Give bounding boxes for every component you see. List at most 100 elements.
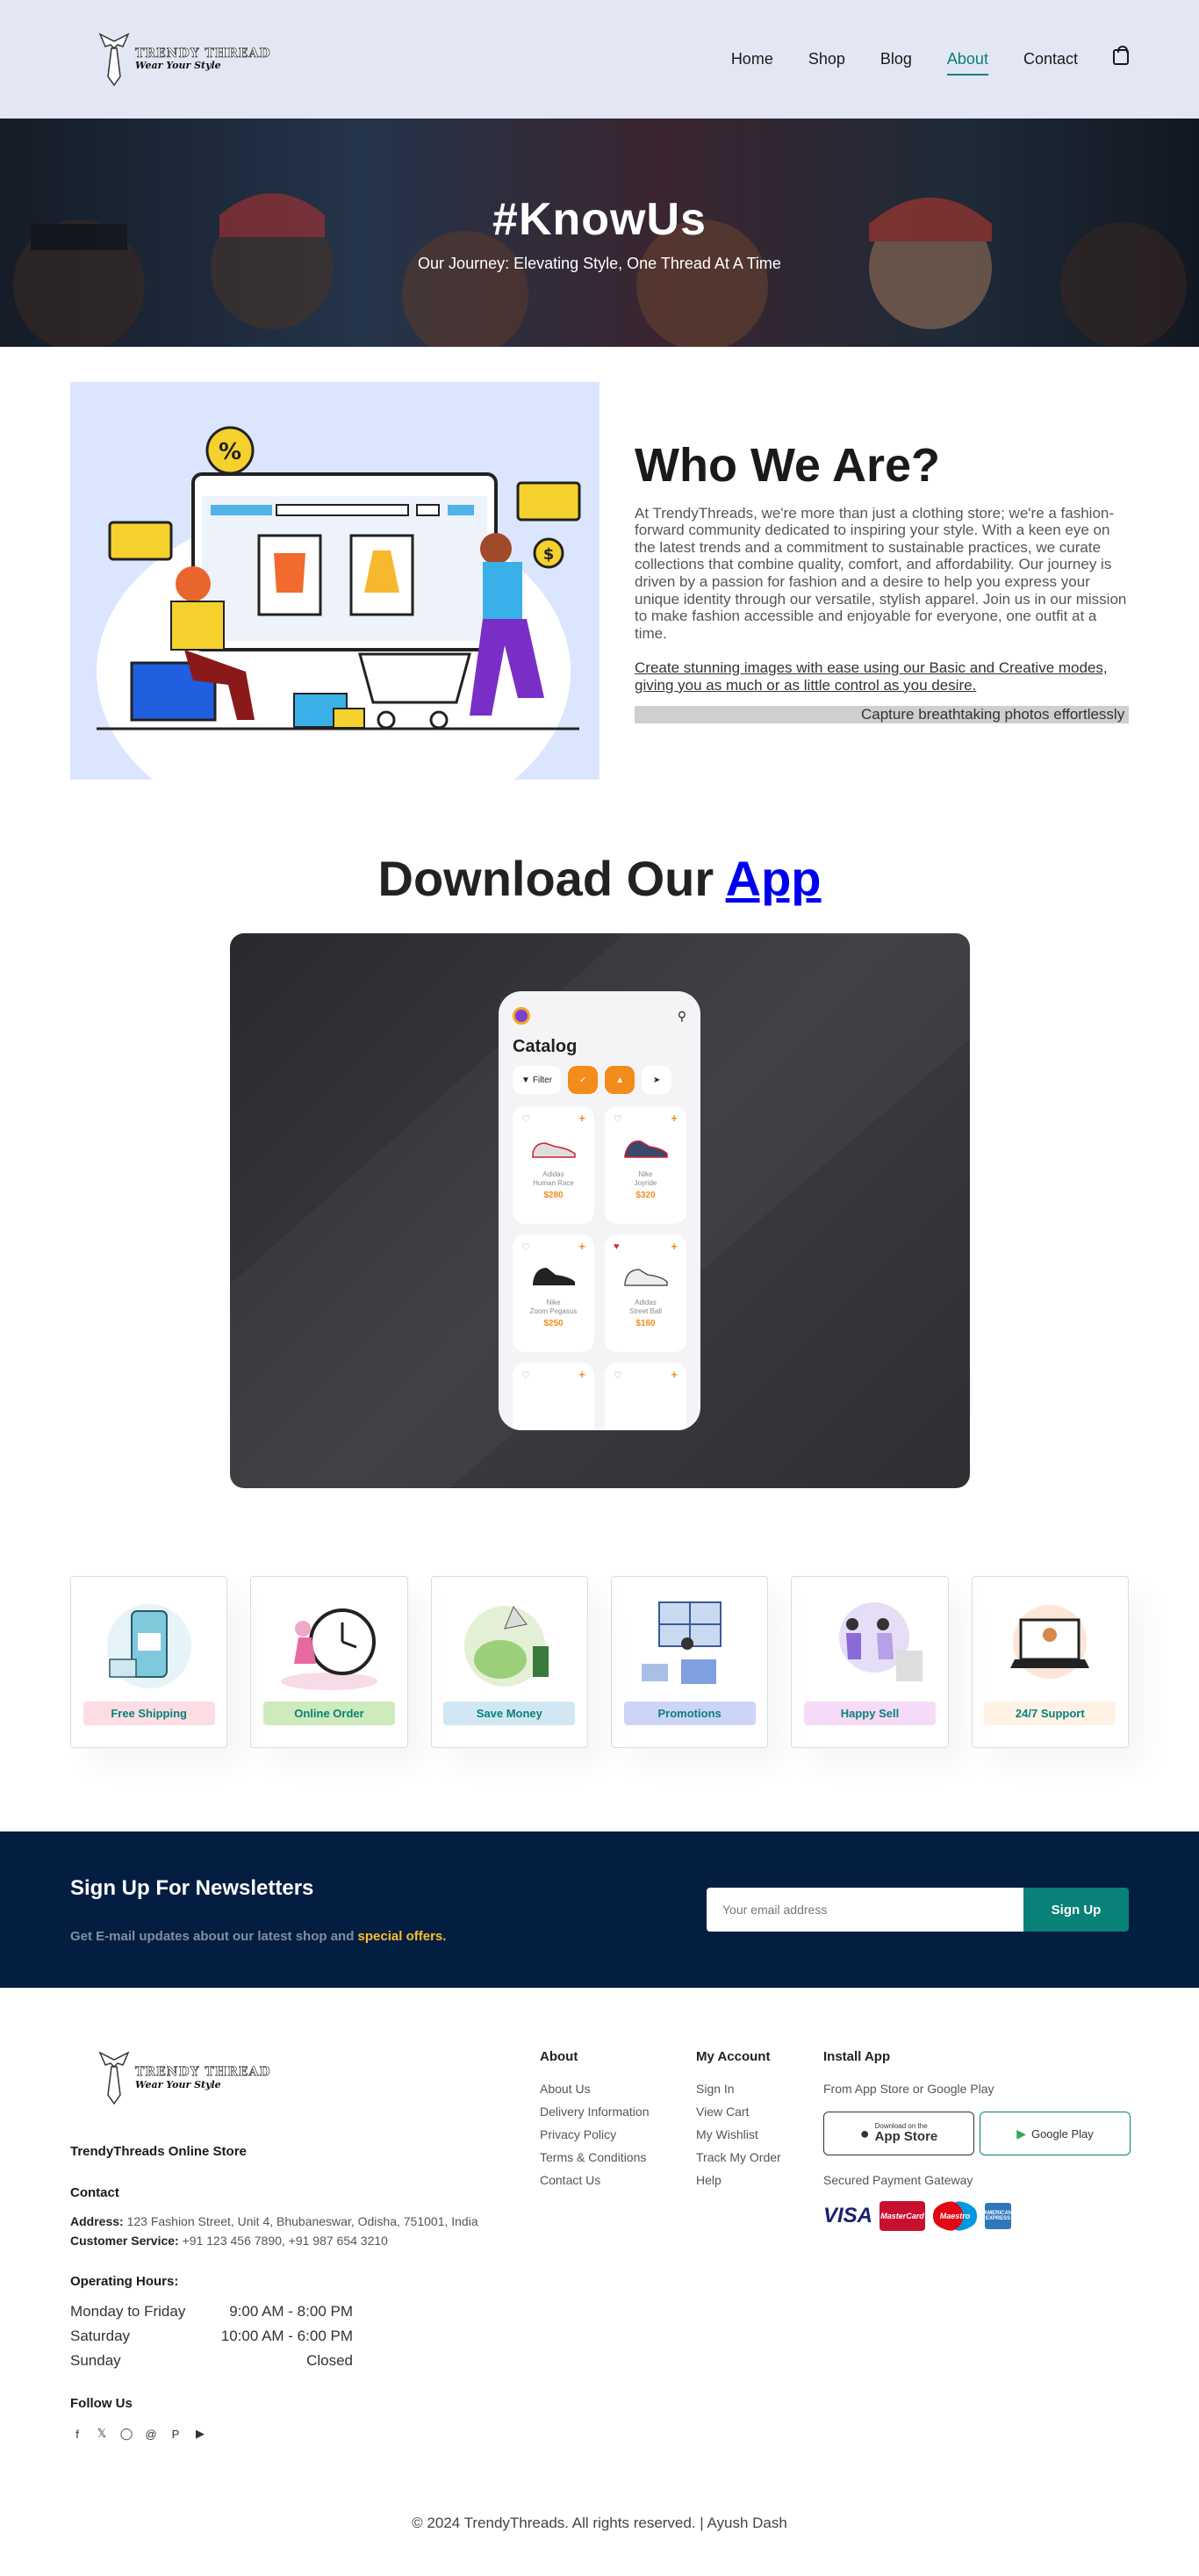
product-card: ♥ + Adidas Street Ball $160 (605, 1234, 686, 1352)
app-video[interactable]: ⚲ Catalog ▼ Filter ✓ ▲ ➤ ♡ + Adidas Human… (229, 933, 970, 1488)
footer-follow-heading: Follow Us (70, 2396, 133, 2411)
shoe-image (623, 1269, 668, 1286)
feature-box: Save Money (430, 1576, 588, 1748)
newsletter-section: Sign Up For Newsletters Get E-mail updat… (0, 1831, 1199, 1988)
product-price: $250 (543, 1319, 564, 1328)
clock-illustration (280, 1608, 377, 1690)
feature-label: Free Shipping (83, 1702, 215, 1725)
svg-text:$: $ (543, 545, 555, 564)
features-section: Free Shipping Online Order Save Money Pr… (0, 1541, 1199, 1831)
marquee-text: Capture breathtaking photos effortlessly (861, 706, 1125, 723)
product-card: ♡ + (605, 1363, 686, 1430)
footer-link-view-cart[interactable]: View Cart (696, 2105, 781, 2119)
filter-icon: ▼ (521, 1075, 530, 1085)
delivery-illustration (106, 1604, 191, 1688)
footer-link-contact[interactable]: Contact Us (540, 2173, 650, 2187)
product-name: Nike Zoom Pegasus (529, 1299, 578, 1315)
instagram-icon[interactable]: ◯ (119, 2427, 133, 2441)
feature-label: Save Money (443, 1702, 576, 1725)
tie-logo-icon (98, 32, 130, 86)
nav-contact[interactable]: Contact (1023, 47, 1078, 72)
google-play-button[interactable]: ▶ Google Play (980, 2112, 1131, 2155)
puma-chip-icon: ➤ (642, 1066, 672, 1094)
footer-link-help[interactable]: Help (696, 2173, 781, 2187)
nav-cart[interactable] (1113, 46, 1129, 73)
facebook-icon[interactable]: f (70, 2427, 84, 2441)
footer-logo[interactable]: TRENDY THREAD Wear Your Style (70, 2049, 544, 2107)
about-heading: Who We Are? (635, 438, 940, 492)
social-links: f 𝕏 ◯ @ P ▶ (70, 2427, 544, 2441)
app-heading-link[interactable]: App (726, 851, 822, 906)
download-app-section: Download Our App ⚲ Catalog ▼ Filter ✓ ▲ ➤… (0, 815, 1199, 1541)
footer-link-about-us[interactable]: About Us (540, 2082, 650, 2096)
footer-account-column: My Account Sign In View Cart My Wishlist… (696, 2049, 781, 2196)
site-header: TRENDY THREAD Wear Your Style Home Shop … (0, 0, 1199, 119)
heart-filled-icon: ♥ (614, 1241, 620, 1252)
heart-icon: ♡ (614, 1371, 622, 1381)
product-card: ♡ + (513, 1363, 594, 1430)
newsletter-signup-button[interactable]: Sign Up (1023, 1888, 1129, 1932)
nav-blog[interactable]: Blog (880, 47, 912, 72)
adidas-chip-icon: ▲ (605, 1066, 635, 1094)
site-logo[interactable]: TRENDY THREAD Wear Your Style (97, 31, 270, 89)
footer-link-privacy[interactable]: Privacy Policy (540, 2127, 650, 2141)
logo-tagline: Wear Your Style (135, 60, 221, 72)
about-illustration: % $ (70, 382, 600, 780)
footer-account-heading: My Account (696, 2049, 771, 2064)
footer-link-terms[interactable]: Terms & Conditions (540, 2150, 650, 2164)
nav-home[interactable]: Home (731, 47, 773, 72)
shoe-image (532, 1268, 575, 1285)
footer-link-track-order[interactable]: Track My Order (696, 2150, 781, 2164)
piggy-bank-illustration (464, 1605, 549, 1687)
service-label: Customer Service: (70, 2234, 179, 2248)
about-abbr-text[interactable]: Create stunning images with ease using o… (635, 659, 1129, 694)
online-shopping-illustration: % $ (97, 426, 581, 780)
newsletter-email-input[interactable] (707, 1888, 1023, 1932)
product-price: $160 (635, 1319, 656, 1328)
app-search-icon: ⚲ (677, 1008, 686, 1023)
main-nav: Home Shop Blog About Contact (731, 46, 1129, 76)
app-store-button[interactable]: ● Download on the App Store (823, 2112, 974, 2155)
footer-link-wishlist[interactable]: My Wishlist (696, 2127, 781, 2141)
product-card: ♡ + Nike Zoom Pegasus $250 (513, 1234, 594, 1352)
footer-link-sign-in[interactable]: Sign In (696, 2082, 781, 2096)
footer-link-delivery[interactable]: Delivery Information (540, 2105, 650, 2119)
feature-label: Promotions (623, 1702, 756, 1725)
threads-icon[interactable]: @ (144, 2427, 158, 2441)
hours-day: Saturday (70, 2328, 131, 2344)
feature-label: Happy Sell (803, 1702, 936, 1725)
pinterest-icon[interactable]: P (169, 2427, 183, 2441)
about-marquee: Capture breathtaking photos effortlessly (635, 706, 1129, 724)
feature-box: Promotions (610, 1576, 769, 1748)
nav-about[interactable]: About (946, 47, 989, 76)
shoe-image (623, 1140, 668, 1158)
plus-icon: + (578, 1368, 585, 1381)
maestro-icon: Maestro (932, 2201, 979, 2231)
plus-icon: + (671, 1112, 678, 1125)
footer-customer-service: Customer Service: +91 123 456 7890, +91 … (70, 2234, 544, 2248)
plus-icon: + (578, 1240, 585, 1253)
hours-time: 10:00 AM - 6:00 PM (220, 2328, 353, 2344)
phone-mockup: ⚲ Catalog ▼ Filter ✓ ▲ ➤ ♡ + Adidas Human… (499, 991, 700, 1430)
youtube-icon[interactable]: ▶ (193, 2427, 207, 2441)
hours-time: Closed (306, 2352, 353, 2369)
heart-icon: ♡ (521, 1371, 530, 1381)
email-illustration (641, 1601, 722, 1684)
hero-title: #KnowUs (492, 193, 707, 245)
product-name: Nike Joyride (634, 1170, 657, 1187)
feature-box: 24/7 Support (971, 1576, 1129, 1748)
feature-box: Online Order (250, 1576, 408, 1748)
googleplay-text: Google Play (1030, 2126, 1094, 2141)
feature-box: Free Shipping (70, 1576, 228, 1748)
feature-box: Happy Sell (791, 1576, 949, 1748)
service-value: +91 123 456 7890, +91 987 654 3210 (182, 2234, 388, 2248)
feature-label: Online Order (262, 1702, 395, 1725)
heart-icon: ♡ (521, 1114, 530, 1125)
footer-logo-title: TRENDY THREAD (135, 2065, 271, 2080)
product-name: Adidas Human Race (533, 1170, 574, 1187)
footer-address: Address: 123 Fashion Street, Unit 4, Bhu… (70, 2214, 544, 2228)
nav-shop[interactable]: Shop (808, 47, 845, 72)
heart-icon: ♡ (521, 1242, 530, 1253)
footer-copyright: © 2024 TrendyThreads. All rights reserve… (412, 2515, 787, 2531)
x-icon[interactable]: 𝕏 (95, 2427, 109, 2441)
